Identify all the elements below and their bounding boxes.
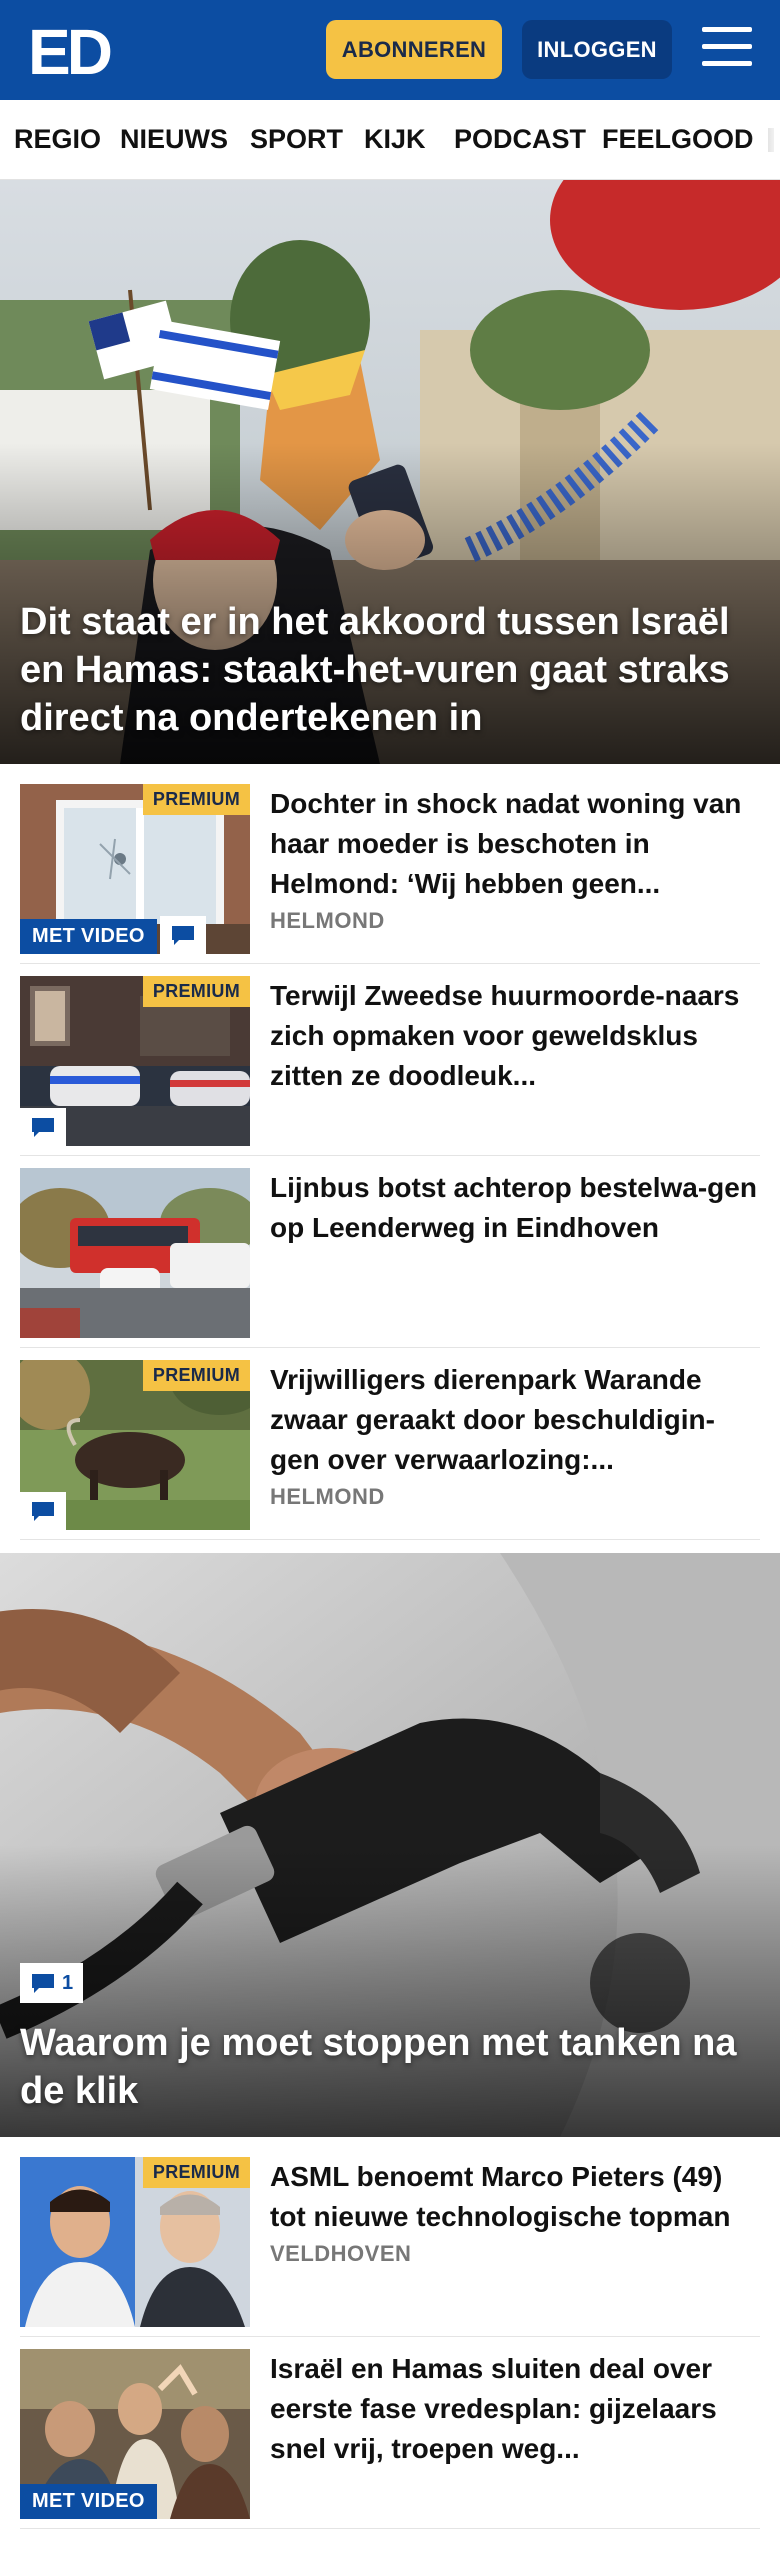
article-title[interactable]: Lijnbus botst achterop bestelwa-gen op L… (270, 1168, 760, 1248)
article-location: HELMOND (270, 1484, 385, 1509)
nav-item-regio[interactable]: REGIO (14, 124, 101, 155)
comment-icon (20, 1108, 66, 1146)
nav-item-kijk[interactable]: KIJK (364, 124, 426, 155)
nav-item-feelgood[interactable]: FEELGOOD (602, 124, 754, 155)
article-thumbnail: PREMIUM MET VIDEO (20, 784, 250, 954)
nav-item-podcast[interactable]: PODCAST (454, 124, 586, 155)
section-nav: REGIO NIEUWS SPORT KIJK PODCAST FEELGOOD (0, 100, 780, 180)
article-item[interactable]: PREMIUM MET VIDEO Dochter in shock nadat… (20, 784, 760, 964)
hamburger-menu-icon[interactable] (702, 27, 752, 71)
article-item[interactable]: Lijnbus botst achterop bestelwa-gen op L… (20, 1168, 760, 1348)
site-logo[interactable]: ED (28, 16, 118, 88)
premium-badge: PREMIUM (142, 784, 250, 815)
article-title[interactable]: ASML benoemt Marco Pieters (49) tot nieu… (270, 2157, 760, 2237)
premium-badge: PREMIUM (142, 2157, 250, 2188)
article-text: Israël en Hamas sluiten deal over eerste… (270, 2349, 760, 2469)
article-thumbnail: PREMIUM (20, 2157, 250, 2327)
article-title[interactable]: Israël en Hamas sluiten deal over eerste… (270, 2349, 760, 2469)
article-item[interactable]: PREMIUM Vrijwilligers dierenpark Warande… (20, 1360, 760, 1540)
comment-icon (160, 916, 206, 954)
featured-article[interactable]: 1 Waarom je moet stoppen met tanken na d… (0, 1553, 780, 2137)
premium-badge: PREMIUM (142, 976, 250, 1007)
article-title[interactable]: Vrijwilligers dierenpark Warande zwaar g… (270, 1360, 760, 1480)
featured-headline[interactable]: Waarom je moet stoppen met tanken na de … (20, 2019, 760, 2115)
site-header: ED ABONNEREN INLOGGEN (0, 0, 780, 100)
article-thumbnail (20, 1168, 250, 1338)
article-location: VELDHOVEN (270, 2241, 412, 2266)
article-text: ASML benoemt Marco Pieters (49) tot nieu… (270, 2157, 760, 2267)
article-text: Vrijwilligers dierenpark Warande zwaar g… (270, 1360, 760, 1510)
comment-icon (20, 1492, 66, 1530)
article-item[interactable]: MET VIDEO Israël en Hamas sluiten deal o… (20, 2349, 760, 2529)
article-title[interactable]: Terwijl Zweedse huurmoorde-naars zich op… (270, 976, 760, 1096)
hero-headline[interactable]: Dit staat er in het akkoord tussen Israë… (20, 598, 770, 742)
comment-count-badge[interactable]: 1 (20, 1963, 84, 2003)
article-title[interactable]: Dochter in shock nadat woning van haar m… (270, 784, 760, 904)
logo-text: ED (28, 18, 111, 82)
comment-count: 1 (62, 1971, 74, 1994)
nav-item-sport[interactable]: SPORT (250, 124, 343, 155)
video-badge: MET VIDEO (20, 2484, 157, 2519)
hero-article[interactable]: Dit staat er in het akkoord tussen Israë… (0, 180, 780, 764)
article-text: Lijnbus botst achterop bestelwa-gen op L… (270, 1168, 760, 1248)
article-text: Terwijl Zweedse huurmoorde-naars zich op… (270, 976, 760, 1096)
video-badge: MET VIDEO (20, 919, 157, 954)
subscribe-button[interactable]: ABONNEREN (326, 20, 502, 79)
article-thumbnail: PREMIUM (20, 976, 250, 1146)
nav-item-nieuws[interactable]: NIEUWS (120, 124, 228, 155)
comment-icon (32, 1974, 54, 1993)
article-item[interactable]: PREMIUM ASML benoemt Marco Pieters (49) … (20, 2157, 760, 2337)
article-thumbnail: MET VIDEO (20, 2349, 250, 2519)
login-button[interactable]: INLOGGEN (522, 20, 672, 79)
article-thumbnail: PREMIUM (20, 1360, 250, 1530)
article-item[interactable]: PREMIUM Terwijl Zweedse huurmoorde-naars… (20, 976, 760, 1156)
premium-badge: PREMIUM (142, 1360, 250, 1391)
article-text: Dochter in shock nadat woning van haar m… (270, 784, 760, 934)
article-location: HELMOND (270, 908, 385, 933)
